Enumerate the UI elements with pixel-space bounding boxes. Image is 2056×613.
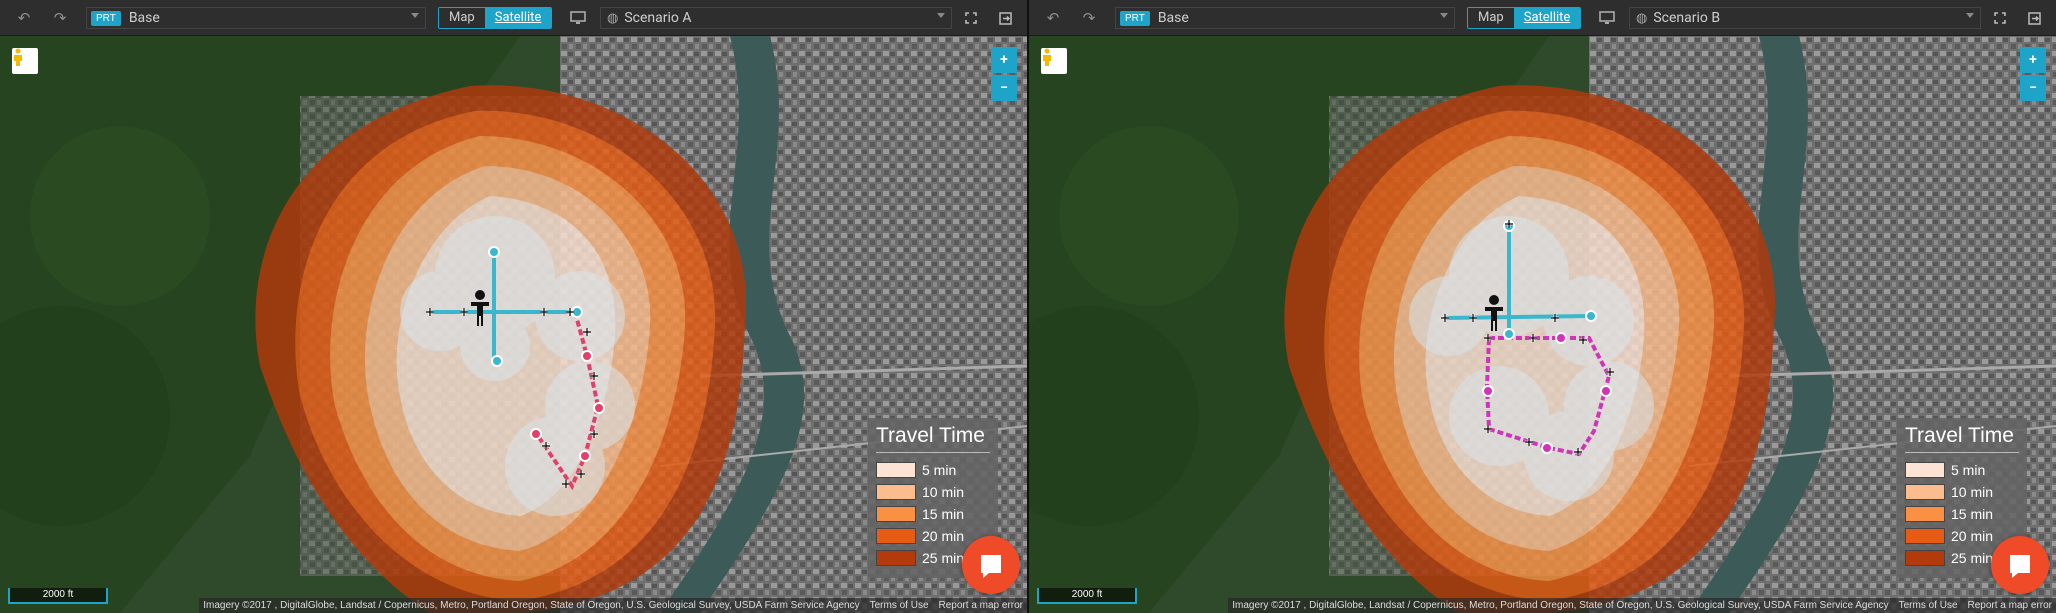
globe-icon: ◍ bbox=[1636, 10, 1648, 26]
legend-swatch bbox=[1905, 528, 1945, 544]
chat-icon bbox=[981, 555, 1001, 578]
legend-swatch bbox=[876, 528, 916, 544]
redo-icon[interactable]: ↷ bbox=[1075, 0, 1103, 36]
legend-swatch bbox=[876, 506, 916, 522]
globe-icon: ◍ bbox=[607, 10, 619, 26]
mode-name: Base bbox=[128, 10, 160, 26]
legend-title: Travel Time bbox=[876, 424, 990, 453]
basemap-map-button[interactable]: Map bbox=[439, 8, 485, 28]
legend-swatch bbox=[1905, 462, 1945, 478]
legend-item: 10 min bbox=[1905, 481, 2019, 503]
legend-item: 5 min bbox=[876, 459, 990, 481]
chat-button[interactable] bbox=[962, 536, 1020, 594]
map-panel-scenario-b: ↶ ↷ PRT Base Map Satellite ◍ Scenario B bbox=[1029, 0, 2056, 613]
legend-swatch bbox=[1905, 484, 1945, 500]
map-attribution: Imagery ©2017 , DigitalGlobe, Landsat / … bbox=[1228, 598, 2056, 613]
report-error-link[interactable]: Report a map error bbox=[939, 598, 1023, 613]
fullscreen-icon[interactable] bbox=[1987, 0, 2013, 36]
report-error-link[interactable]: Report a map error bbox=[1968, 598, 2052, 613]
legend-item: 15 min bbox=[1905, 503, 2019, 525]
scenario-select[interactable]: ◍ Scenario B bbox=[1629, 7, 1981, 29]
scale-bar: 2000 ft bbox=[1037, 588, 1137, 604]
legend-swatch bbox=[876, 484, 916, 500]
chevron-down-icon bbox=[1966, 13, 1974, 18]
toolbar: ↶ ↷ PRT Base Map Satellite ◍ Scenario A bbox=[0, 0, 1027, 36]
pegman-icon[interactable] bbox=[12, 48, 38, 74]
legend-swatch bbox=[1905, 506, 1945, 522]
undo-icon[interactable]: ↶ bbox=[10, 0, 38, 36]
zoom-controls: + − bbox=[991, 47, 1017, 101]
legend-item: 5 min bbox=[1905, 459, 2019, 481]
chat-icon bbox=[2010, 555, 2030, 578]
chat-button[interactable] bbox=[1991, 536, 2049, 594]
terms-link[interactable]: Terms of Use bbox=[1899, 598, 1958, 613]
map-panel-scenario-a: ↶ ↷ PRT Base Map Satellite ◍ Scenario A bbox=[0, 0, 1027, 613]
chevron-down-icon bbox=[411, 13, 419, 18]
scenario-name: Scenario A bbox=[624, 10, 692, 26]
mode-select[interactable]: PRT Base bbox=[86, 7, 426, 29]
chevron-down-icon bbox=[937, 13, 945, 18]
zoom-in-button[interactable]: + bbox=[991, 47, 1017, 73]
zoom-in-button[interactable]: + bbox=[2020, 47, 2046, 73]
legend-label: 10 min bbox=[1951, 484, 1994, 500]
legend-title: Travel Time bbox=[1905, 424, 2019, 453]
monitor-icon[interactable] bbox=[566, 0, 590, 36]
basemap-satellite-button[interactable]: Satellite bbox=[1513, 8, 1581, 28]
mode-select[interactable]: PRT Base bbox=[1115, 7, 1455, 29]
legend-item: 15 min bbox=[876, 503, 990, 525]
basemap-map-button[interactable]: Map bbox=[1468, 8, 1514, 28]
basemap-toggle: Map Satellite bbox=[438, 7, 553, 29]
scenario-name: Scenario B bbox=[1653, 10, 1721, 26]
zoom-out-button[interactable]: − bbox=[2020, 75, 2046, 101]
attribution-text: Imagery ©2017 , DigitalGlobe, Landsat / … bbox=[203, 600, 860, 611]
legend-swatch bbox=[1905, 550, 1945, 566]
basemap-satellite-button[interactable]: Satellite bbox=[484, 8, 552, 28]
legend-label: 10 min bbox=[922, 484, 965, 500]
fullscreen-icon[interactable] bbox=[958, 0, 984, 36]
legend-label: 15 min bbox=[1951, 506, 1994, 522]
legend-label: 5 min bbox=[922, 462, 957, 478]
scenario-select[interactable]: ◍ Scenario A bbox=[600, 7, 952, 29]
zoom-out-button[interactable]: − bbox=[991, 75, 1017, 101]
mode-badge: PRT bbox=[91, 10, 121, 26]
legend-label: 5 min bbox=[1951, 462, 1986, 478]
terms-link[interactable]: Terms of Use bbox=[870, 598, 929, 613]
legend-swatch bbox=[876, 462, 916, 478]
monitor-icon[interactable] bbox=[1595, 0, 1619, 36]
attribution-text: Imagery ©2017 , DigitalGlobe, Landsat / … bbox=[1232, 600, 1889, 611]
legend-label: 25 min bbox=[922, 550, 965, 566]
legend-label: 25 min bbox=[1951, 550, 1994, 566]
exit-icon[interactable] bbox=[2021, 0, 2047, 36]
satellite-map[interactable]: + − Travel Time 5 min 10 min 15 min 20 m… bbox=[0, 36, 1027, 613]
scale-bar: 2000 ft bbox=[8, 588, 108, 604]
basemap-toggle: Map Satellite bbox=[1467, 7, 1582, 29]
legend-swatch bbox=[876, 550, 916, 566]
legend-label: 20 min bbox=[1951, 528, 1994, 544]
zoom-controls: + − bbox=[2020, 47, 2046, 101]
satellite-map[interactable]: + − Travel Time 5 min 10 min 15 min 20 m… bbox=[1029, 36, 2056, 613]
legend-label: 15 min bbox=[922, 506, 965, 522]
undo-icon[interactable]: ↶ bbox=[1039, 0, 1067, 36]
redo-icon[interactable]: ↷ bbox=[46, 0, 74, 36]
pegman-icon[interactable] bbox=[1041, 48, 1067, 74]
chevron-down-icon bbox=[1440, 13, 1448, 18]
legend-item: 10 min bbox=[876, 481, 990, 503]
mode-name: Base bbox=[1157, 10, 1189, 26]
map-attribution: Imagery ©2017 , DigitalGlobe, Landsat / … bbox=[199, 598, 1027, 613]
toolbar: ↶ ↷ PRT Base Map Satellite ◍ Scenario B bbox=[1029, 0, 2056, 36]
mode-badge: PRT bbox=[1120, 10, 1150, 26]
legend-label: 20 min bbox=[922, 528, 965, 544]
exit-icon[interactable] bbox=[992, 0, 1018, 36]
